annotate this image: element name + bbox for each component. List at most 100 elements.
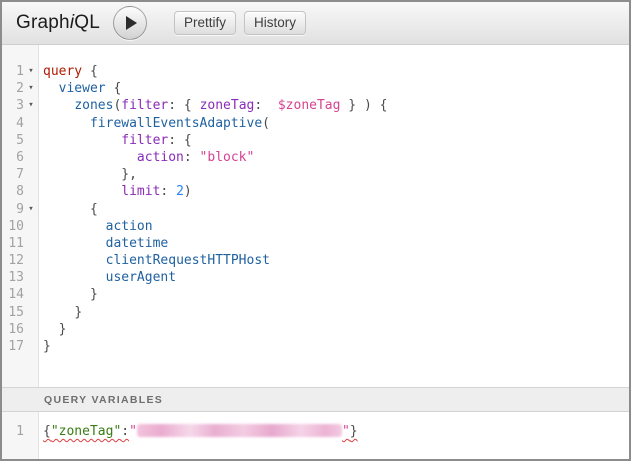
fold-arrow-placeholder xyxy=(24,269,38,286)
line-number: 12 xyxy=(2,252,24,269)
code-token: ( xyxy=(262,116,270,131)
code-token xyxy=(43,133,121,148)
code-token xyxy=(43,253,106,268)
code-line[interactable]: query { xyxy=(43,63,629,80)
code-token: : xyxy=(160,184,176,199)
code-token xyxy=(43,116,90,131)
line-number: 2 xyxy=(2,80,24,97)
code-token xyxy=(43,202,90,217)
prettify-button[interactable]: Prettify xyxy=(174,11,236,35)
code-line[interactable]: }, xyxy=(43,166,629,183)
code-token: } xyxy=(59,322,67,337)
history-button[interactable]: History xyxy=(244,11,306,35)
code-line[interactable]: zones(filter: { zoneTag: $zoneTag } ) { xyxy=(43,97,629,114)
code-line[interactable]: userAgent xyxy=(43,269,629,286)
app-title-graph: Graph xyxy=(16,12,70,33)
line-number: 13 xyxy=(2,269,24,286)
code-token: { xyxy=(82,64,98,79)
fold-arrow-icon[interactable]: ▾ xyxy=(24,80,38,97)
code-token: } ) { xyxy=(340,98,387,113)
app-title: GraphiQL xyxy=(16,12,100,34)
gutter-row: 14 xyxy=(2,286,38,303)
gutter-row: 3▾ xyxy=(2,97,38,114)
fold-arrow-placeholder xyxy=(24,423,38,440)
fold-arrow-placeholder xyxy=(24,115,38,132)
code-token: } xyxy=(350,424,358,439)
query-code-area[interactable]: query { viewer { zones(filter: { zoneTag… xyxy=(39,45,629,387)
code-line[interactable]: } xyxy=(43,286,629,303)
gutter-row: 4 xyxy=(2,115,38,132)
variables-line-number-gutter: 1 xyxy=(2,412,39,459)
fold-arrow-icon[interactable]: ▾ xyxy=(24,97,38,114)
gutter-row: 17 xyxy=(2,338,38,355)
code-line[interactable]: { xyxy=(43,201,629,218)
code-token: limit xyxy=(121,184,160,199)
code-token xyxy=(43,236,106,251)
code-token xyxy=(43,305,74,320)
code-token: " xyxy=(342,424,350,439)
line-number: 14 xyxy=(2,286,24,303)
line-number: 7 xyxy=(2,166,24,183)
line-number: 3 xyxy=(2,97,24,114)
code-line[interactable]: } xyxy=(43,304,629,321)
code-token: $zoneTag xyxy=(278,98,341,113)
code-token: userAgent xyxy=(106,270,176,285)
code-token xyxy=(43,184,121,199)
gutter-row: 9▾ xyxy=(2,201,38,218)
code-line[interactable]: } xyxy=(43,338,629,355)
code-line[interactable]: filter: { xyxy=(43,132,629,149)
code-line[interactable]: limit: 2) xyxy=(43,183,629,200)
gutter-row: 7 xyxy=(2,166,38,183)
gutter-row: 10 xyxy=(2,218,38,235)
code-token xyxy=(43,322,59,337)
gutter-row: 1▾ xyxy=(2,63,38,80)
query-variables-header[interactable]: QUERY VARIABLES xyxy=(2,387,629,412)
code-line[interactable]: datetime xyxy=(43,235,629,252)
fold-arrow-icon[interactable]: ▾ xyxy=(24,201,38,218)
line-number: 10 xyxy=(2,218,24,235)
code-token: "zoneTag" xyxy=(51,424,121,439)
code-token: : { xyxy=(168,133,191,148)
code-line[interactable]: } xyxy=(43,321,629,338)
variables-code-area[interactable]: {"zoneTag":""} xyxy=(39,412,629,459)
fold-arrow-placeholder xyxy=(24,321,38,338)
line-number: 8 xyxy=(2,183,24,200)
line-number: 15 xyxy=(2,304,24,321)
execute-button[interactable] xyxy=(113,6,147,40)
graphiql-window: GraphiQL Prettify History 1▾2▾3▾456789▾1… xyxy=(0,0,631,461)
code-line[interactable]: action xyxy=(43,218,629,235)
fold-arrow-placeholder xyxy=(24,166,38,183)
code-token: action xyxy=(106,219,153,234)
line-number: 6 xyxy=(2,149,24,166)
code-token xyxy=(43,287,90,302)
redacted-zone-tag-value xyxy=(137,424,342,437)
fold-arrow-icon[interactable]: ▾ xyxy=(24,63,38,80)
code-line[interactable]: clientRequestHTTPHost xyxy=(43,252,629,269)
line-number: 11 xyxy=(2,235,24,252)
code-token: query xyxy=(43,64,82,79)
line-number: 16 xyxy=(2,321,24,338)
fold-arrow-placeholder xyxy=(24,218,38,235)
code-token: zoneTag xyxy=(200,98,255,113)
code-token: { xyxy=(90,202,98,217)
code-token: : xyxy=(184,150,200,165)
code-token: firewallEventsAdaptive xyxy=(90,116,262,131)
gutter-row: 6 xyxy=(2,149,38,166)
code-token: : xyxy=(254,98,277,113)
fold-arrow-placeholder xyxy=(24,286,38,303)
code-token: } xyxy=(90,287,98,302)
code-token: ) xyxy=(184,184,192,199)
code-line[interactable]: action: "block" xyxy=(43,149,629,166)
gutter-row: 8 xyxy=(2,183,38,200)
variables-editor[interactable]: 1 {"zoneTag":""} xyxy=(2,412,629,459)
code-line[interactable]: firewallEventsAdaptive( xyxy=(43,115,629,132)
toolbar: GraphiQL Prettify History xyxy=(2,2,629,45)
code-line[interactable]: viewer { xyxy=(43,80,629,97)
fold-arrow-placeholder xyxy=(24,183,38,200)
code-line[interactable]: {"zoneTag":""} xyxy=(43,423,629,440)
code-token: viewer xyxy=(59,81,106,96)
line-number-gutter: 1▾2▾3▾456789▾1011121314151617 xyxy=(2,45,39,387)
code-token: clientRequestHTTPHost xyxy=(106,253,270,268)
gutter-row: 15 xyxy=(2,304,38,321)
query-editor[interactable]: 1▾2▾3▾456789▾1011121314151617 query { vi… xyxy=(2,45,629,387)
